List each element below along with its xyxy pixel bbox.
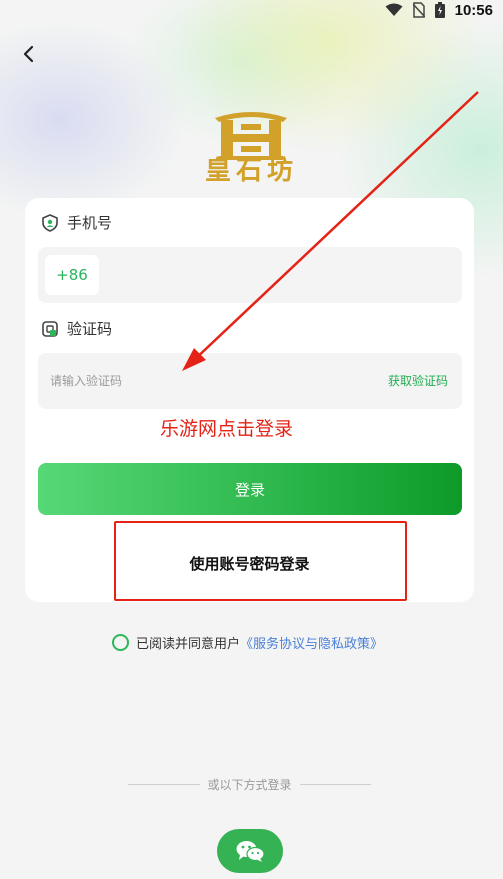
agreement-prefix: 已阅读并同意用户 [136,637,241,652]
get-code-button[interactable]: 获取验证码 [388,372,448,389]
login-button[interactable]: 登录 [38,463,462,515]
back-button[interactable] [14,40,42,68]
phone-label-text: 手机号 [67,214,113,232]
country-code-selector[interactable]: +86 [45,255,99,295]
verification-code-input[interactable] [50,361,350,401]
login-card: 手机号 +86 验证码 获取验证码 登录 使用账号密码登录 [25,198,474,602]
agree-checkbox[interactable] [112,634,129,651]
divider-right [299,784,372,785]
wifi-icon [385,3,403,16]
wechat-icon [236,841,265,862]
battery-icon [434,2,445,18]
wechat-login-button[interactable] [217,829,283,873]
other-login-divider: 或以下方式登录 [128,776,372,793]
password-login-button[interactable]: 使用账号密码登录 [25,553,474,574]
phone-input[interactable] [110,255,450,295]
brand-name: 皇石坊 [204,156,298,186]
lock-icon [42,320,58,337]
phone-label: 手机号 [41,212,112,233]
code-label: 验证码 [41,318,112,339]
phone-field: +86 [38,247,462,303]
code-label-text: 验证码 [67,320,113,338]
shield-icon [42,213,58,232]
status-icons: 10:56 [385,0,493,20]
code-field: 获取验证码 [38,353,462,409]
status-bar: 10:56 [0,0,503,20]
divider-left [128,784,200,785]
agreement-row: 已阅读并同意用户 《服务协议与隐私政策》 [112,633,383,652]
agreement-link[interactable]: 《服务协议与隐私政策》 [240,633,383,652]
other-login-label: 或以下方式登录 [207,778,292,792]
chevron-left-icon [23,45,34,63]
status-time: 10:56 [454,1,493,19]
annotation-text: 乐游网点击登录 [160,418,294,440]
no-sim-icon [412,2,425,18]
